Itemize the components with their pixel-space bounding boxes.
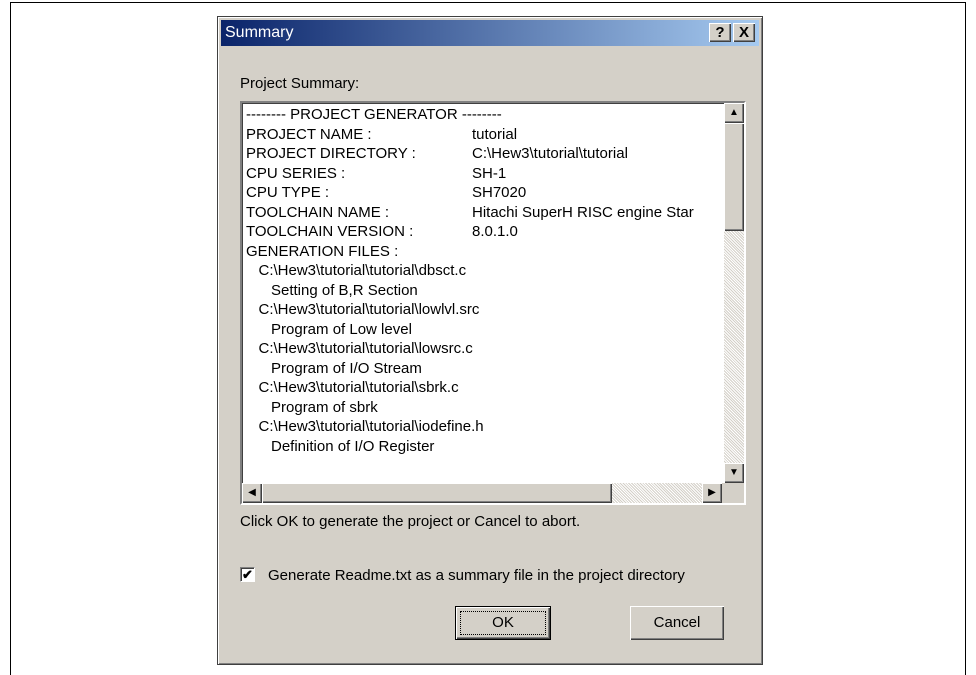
- horizontal-scrollbar[interactable]: ◀ ▶: [242, 483, 722, 503]
- scroll-down-button[interactable]: ▼: [724, 463, 744, 483]
- summary-line: TOOLCHAIN NAME : Hitachi SuperH RISC engi…: [246, 203, 716, 223]
- summary-line: C:\Hew3\tutorial\tutorial\lowlvl.src: [246, 300, 716, 320]
- scrollbar-corner: [722, 483, 744, 503]
- focus-rectangle: [460, 611, 546, 635]
- summary-line-key: CPU TYPE :: [246, 184, 330, 201]
- help-button[interactable]: ?: [709, 23, 731, 42]
- summary-listbox[interactable]: -------- PROJECT GENERATOR -------- PROJE…: [240, 101, 746, 505]
- instruction-text: Click OK to generate the project or Canc…: [240, 513, 581, 530]
- cancel-button[interactable]: Cancel: [630, 606, 724, 640]
- ok-button[interactable]: OK: [455, 606, 551, 640]
- summary-line-key: TOOLCHAIN VERSION :: [246, 223, 414, 240]
- summary-line: Program of Low level: [246, 320, 716, 340]
- summary-line-key: Definition of I/O Register: [246, 437, 435, 455]
- summary-line-key: TOOLCHAIN NAME :: [246, 203, 390, 221]
- summary-line: Program of sbrk: [246, 398, 716, 418]
- readme-checkbox-label[interactable]: Generate Readme.txt as a summary file in…: [268, 567, 685, 584]
- scroll-up-button[interactable]: ▲: [724, 103, 744, 123]
- summary-line-value: 8.0.1.0: [472, 223, 518, 240]
- readme-checkbox[interactable]: ✔: [240, 567, 255, 582]
- summary-line-key: C:\Hew3\tutorial\tutorial\lowlvl.src: [246, 301, 480, 318]
- summary-line-key: C:\Hew3\tutorial\tutorial\iodefine.h: [246, 418, 484, 435]
- summary-line-key: -------- PROJECT GENERATOR --------: [246, 106, 502, 123]
- summary-line: -------- PROJECT GENERATOR --------: [246, 105, 716, 125]
- summary-line: PROJECT DIRECTORY : C:\Hew3\tutorial\tuto…: [246, 144, 716, 164]
- summary-line: C:\Hew3\tutorial\tutorial\sbrk.c: [246, 378, 716, 398]
- close-button[interactable]: X: [733, 23, 755, 42]
- summary-dialog: Summary ? X Project Summary: -------- PR…: [217, 16, 763, 665]
- summary-line: Setting of B,R Section: [246, 281, 716, 301]
- summary-line: Program of I/O Stream: [246, 359, 716, 379]
- summary-line-key: C:\Hew3\tutorial\tutorial\dbsct.c: [246, 262, 467, 279]
- summary-line-value: SH-1: [472, 164, 507, 182]
- scroll-right-button[interactable]: ▶: [702, 483, 722, 503]
- summary-line-value: C:\Hew3\tutorial\tutorial: [472, 145, 628, 162]
- summary-line: C:\Hew3\tutorial\tutorial\iodefine.h: [246, 417, 716, 437]
- summary-line-value: Hitachi SuperH RISC engine Star: [472, 203, 694, 221]
- project-summary-label: Project Summary:: [240, 75, 360, 92]
- dialog-title: Summary: [225, 24, 294, 41]
- summary-line-value: tutorial: [472, 125, 518, 143]
- horizontal-scroll-thumb[interactable]: [262, 483, 612, 503]
- checkmark-icon: ✔: [242, 567, 253, 582]
- summary-line-value: SH7020: [472, 184, 527, 201]
- summary-line: CPU TYPE : SH7020: [246, 183, 716, 203]
- title-bar[interactable]: Summary ? X: [221, 20, 759, 46]
- summary-line-key: PROJECT NAME :: [246, 125, 372, 143]
- summary-line-key: Setting of B,R Section: [246, 281, 418, 299]
- summary-line: PROJECT NAME : tutorial: [246, 125, 716, 145]
- summary-line-key: C:\Hew3\tutorial\tutorial\sbrk.c: [246, 379, 459, 396]
- summary-line-key: GENERATION FILES :: [246, 242, 399, 260]
- summary-line: C:\Hew3\tutorial\tutorial\lowsrc.c: [246, 339, 716, 359]
- vertical-scrollbar[interactable]: ▲ ▼: [724, 103, 744, 483]
- summary-line: TOOLCHAIN VERSION : 8.0.1.0: [246, 222, 716, 242]
- summary-line: CPU SERIES : SH-1: [246, 164, 716, 184]
- scroll-left-button[interactable]: ◀: [242, 483, 262, 503]
- summary-line: Definition of I/O Register: [246, 437, 716, 457]
- summary-line-key: CPU SERIES :: [246, 164, 346, 182]
- summary-line-key: Program of sbrk: [246, 398, 378, 416]
- summary-line-key: Program of I/O Stream: [246, 359, 422, 377]
- vertical-scroll-thumb[interactable]: [724, 123, 744, 231]
- summary-line: C:\Hew3\tutorial\tutorial\dbsct.c: [246, 261, 716, 281]
- summary-line-key: C:\Hew3\tutorial\tutorial\lowsrc.c: [246, 340, 473, 357]
- summary-line: GENERATION FILES :: [246, 242, 716, 262]
- summary-text: -------- PROJECT GENERATOR -------- PROJE…: [246, 105, 716, 485]
- summary-line-key: Program of Low level: [246, 320, 412, 338]
- summary-line-key: PROJECT DIRECTORY :: [246, 145, 416, 162]
